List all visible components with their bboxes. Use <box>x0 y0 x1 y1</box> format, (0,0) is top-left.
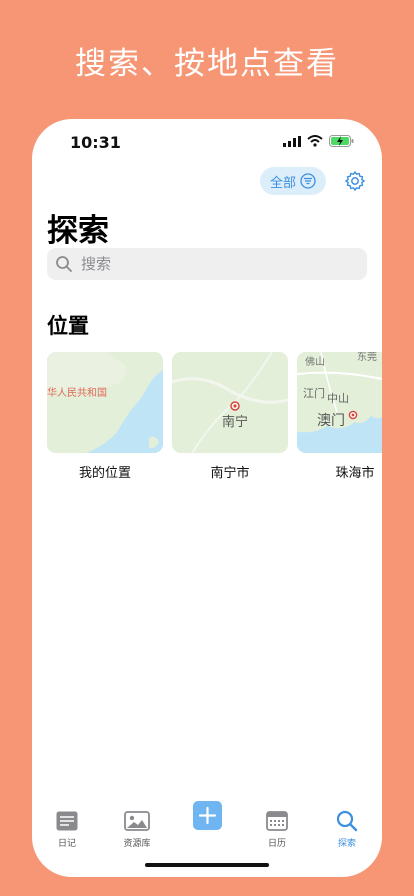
home-indicator <box>145 863 269 867</box>
tab-label: 资源库 <box>123 839 151 849</box>
search-bar[interactable] <box>47 248 367 280</box>
photo-library-icon <box>124 811 150 831</box>
map-label: 南宁 <box>222 415 249 430</box>
map-label-minor: 江门 <box>303 387 325 400</box>
map-label: 澳门 <box>317 413 345 429</box>
status-icons <box>283 135 354 147</box>
tab-bar: 日记 资源库 日历 探索 <box>32 800 382 861</box>
map-label-minor: 佛山 <box>305 357 325 368</box>
map-thumbnail: 华人民共和国 <box>47 352 163 453</box>
wifi-icon <box>307 135 323 147</box>
location-card-zhuhai[interactable]: 佛山 东莞 江门 中山 澳门 珠海市 <box>297 352 382 481</box>
tab-library[interactable]: 资源库 <box>102 801 172 861</box>
page-title: 探索 <box>47 213 109 249</box>
settings-gear-icon[interactable] <box>344 170 366 192</box>
location-card-my-location[interactable]: 华人民共和国 我的位置 <box>47 352 163 481</box>
location-caption: 我的位置 <box>78 466 131 481</box>
status-time: 10:31 <box>70 133 121 152</box>
add-entry-button[interactable] <box>172 800 242 861</box>
map-label: 华人民共和国 <box>47 388 107 399</box>
journal-icon <box>56 811 78 831</box>
tab-label: 探索 <box>337 839 356 849</box>
filter-icon <box>300 173 316 189</box>
search-icon <box>56 256 72 272</box>
map-thumbnail: 佛山 东莞 江门 中山 澳门 <box>297 352 382 453</box>
map-label-minor: 东莞 <box>357 352 377 363</box>
calendar-icon <box>266 811 288 831</box>
tab-label: 日历 <box>267 839 286 849</box>
map-label-minor: 中山 <box>327 392 349 405</box>
tab-journal[interactable]: 日记 <box>32 801 102 861</box>
map-thumbnail: 南宁 <box>172 352 288 453</box>
battery-charging-icon <box>329 135 354 147</box>
tab-calendar[interactable]: 日历 <box>242 801 312 861</box>
filter-label: 全部 <box>269 175 296 191</box>
tab-explore[interactable]: 探索 <box>312 801 382 861</box>
locations-section-title: 位置 <box>47 314 89 338</box>
add-icon <box>192 800 222 830</box>
promo-headline: 搜索、按地点查看 <box>75 46 339 82</box>
location-card-nanning[interactable]: 南宁 南宁市 <box>172 352 288 481</box>
filter-button[interactable]: 全部 <box>260 167 326 195</box>
signal-icon <box>283 135 301 147</box>
phone-screen: 10:31 全部 探索 搜索 位置 华人民共和国 我的位置 南宁 南宁市 佛山 … <box>32 119 382 877</box>
location-caption: 珠海市 <box>335 466 375 481</box>
locations-carousel[interactable]: 华人民共和国 我的位置 南宁 南宁市 佛山 东莞 江门 中山 澳门 珠海市 <box>47 352 382 492</box>
tab-label: 日记 <box>57 839 76 849</box>
search-input[interactable] <box>79 254 353 274</box>
location-caption: 南宁市 <box>210 466 250 481</box>
search-icon <box>336 810 358 832</box>
